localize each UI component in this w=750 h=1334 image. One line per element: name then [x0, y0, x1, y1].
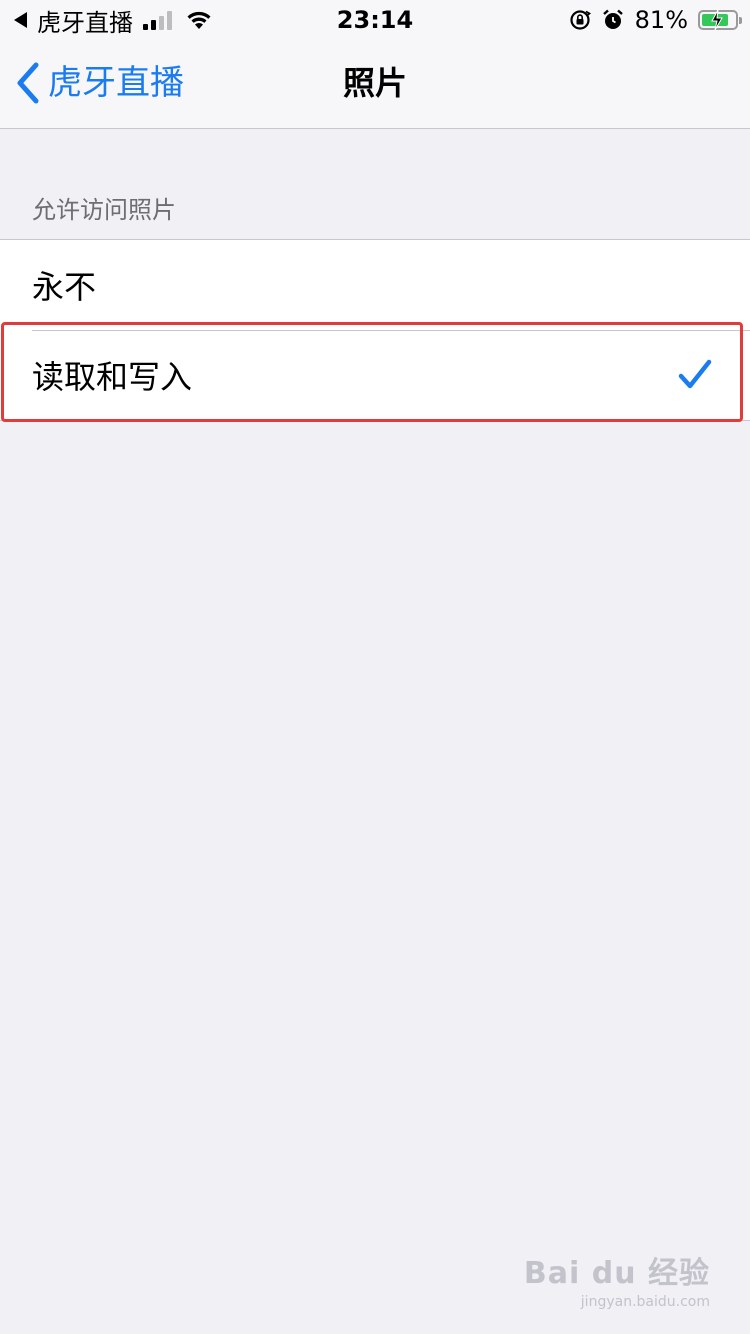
rotation-lock-icon: [570, 10, 591, 30]
alarm-icon: [602, 9, 623, 29]
checkmark-icon: [678, 359, 712, 389]
baidu-watermark: Bai du 经验 jingyan.baidu.com: [524, 1248, 710, 1310]
status-bar: 虎牙直播 23:14 81%: [0, 0, 750, 40]
battery-icon: [698, 9, 742, 31]
option-never-label: 永不: [32, 268, 97, 306]
charging-bolt-icon: [711, 9, 723, 31]
status-right-indicators: 81%: [569, 4, 742, 36]
option-read-and-write[interactable]: 读取和写入: [0, 330, 750, 420]
section-header: 允许访问照片: [32, 196, 176, 224]
page-title: 照片: [342, 64, 407, 102]
option-read-and-write-label: 读取和写入: [32, 358, 193, 396]
battery-percent: 81%: [634, 6, 688, 34]
option-never[interactable]: 永不: [0, 240, 750, 330]
watermark-brand: Bai du 经验: [523, 1256, 710, 1291]
battery-cap: [739, 17, 742, 24]
navigation-bar: 虎牙直播 照片: [0, 40, 750, 129]
screen: 虎牙直播 23:14 81% 虎牙直播 照片 允许访问照片 永不 读取和写入 B…: [0, 0, 750, 1334]
photo-access-options: 永不 读取和写入: [0, 239, 750, 421]
watermark-url: jingyan.baidu.com: [580, 1294, 710, 1310]
